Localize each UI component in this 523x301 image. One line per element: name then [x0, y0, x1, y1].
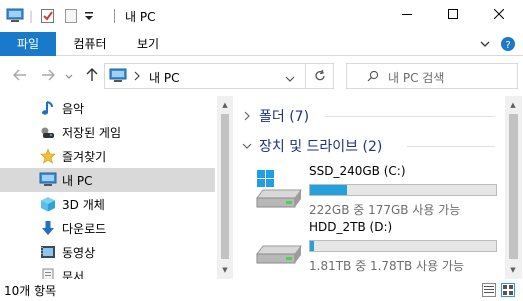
scroll-down-icon[interactable]: ▼	[505, 263, 521, 277]
group-header-folders[interactable]: 폴더 (7)	[240, 104, 309, 128]
status-bar: 10개 항목	[0, 279, 523, 301]
drive-usage-bar	[309, 240, 497, 252]
drive-usage-fill	[310, 241, 314, 251]
drive-name: HDD_2TB (D:)	[309, 220, 393, 234]
refresh-icon[interactable]	[313, 69, 327, 86]
scroll-up-icon[interactable]: ▲	[505, 98, 521, 112]
item-count: 10개 항목	[4, 284, 57, 298]
navigation-pane-scrollbar[interactable]: ▲ ▼	[217, 96, 233, 279]
close-button[interactable]	[476, 0, 522, 30]
group-header-drives[interactable]: 장치 및 드라이브 (2)	[240, 134, 382, 158]
search-box[interactable]: 내 PC 검색	[346, 63, 518, 89]
tiles-view-icon[interactable]	[501, 283, 515, 297]
address-bar[interactable]: 내 PC	[104, 63, 334, 89]
recent-locations-button[interactable]	[62, 66, 76, 86]
favorites-icon	[39, 148, 57, 164]
address-dropdown-icon[interactable]	[285, 72, 295, 86]
nav-item-label: 3D 개체	[62, 198, 105, 212]
close-icon	[493, 8, 505, 22]
nav-item-3d-objects[interactable]: 3D 개체	[0, 192, 215, 216]
nav-item-favorites[interactable]: 즐겨찾기	[0, 144, 215, 168]
properties-icon[interactable]	[40, 7, 56, 25]
navigation-pane: 음악 저장된 게임 즐겨찾기 내 PC 3D 개체 다운로드 동영상 문서	[0, 96, 235, 279]
minimize-button[interactable]	[384, 0, 430, 30]
computer-icon	[39, 172, 57, 188]
explorer-window: | 내 PC 파일 컴퓨터 보기 ? 내 PC 내 PC 검색 음악 저장된 게…	[0, 0, 523, 301]
music-icon	[39, 100, 57, 116]
nav-item-videos[interactable]: 동영상	[0, 240, 215, 264]
scrollbar-thumb[interactable]	[221, 114, 229, 259]
separator-icon: |	[29, 9, 34, 23]
address-divider	[305, 64, 306, 88]
drive-usage-bar	[309, 184, 497, 196]
nav-item-label: 음악	[62, 102, 85, 116]
chevron-down-icon	[240, 139, 254, 153]
saved-games-icon	[39, 124, 57, 140]
maximize-icon	[448, 8, 458, 22]
group-divider	[407, 146, 495, 147]
forward-arrow-icon	[41, 69, 55, 84]
search-placeholder: 내 PC 검색	[388, 71, 445, 85]
drive-item-d[interactable]: HDD_2TB (D:) 1.81TB 중 1.78TB 사용 가능	[255, 220, 500, 279]
scrollbar-thumb[interactable]	[509, 114, 518, 259]
breadcrumb[interactable]: 내 PC	[149, 69, 179, 86]
videos-icon	[39, 244, 57, 260]
scroll-up-icon[interactable]: ▲	[217, 98, 233, 112]
download-icon	[39, 220, 57, 236]
content-pane: 폴더 (7) 장치 및 드라이브 (2) SSD_240GB (C:) 222G…	[235, 96, 505, 279]
title-separator	[114, 9, 115, 23]
tab-view[interactable]: 보기	[126, 32, 170, 56]
group-label: 폴더 (7)	[259, 109, 310, 125]
computer-icon	[109, 68, 127, 87]
drive-usage-fill	[310, 185, 348, 195]
help-icon[interactable]: ?	[500, 36, 516, 55]
minimize-icon	[402, 8, 412, 22]
nav-item-label: 저장된 게임	[62, 126, 122, 140]
documents-icon	[39, 268, 57, 279]
ribbon-tabs: 파일 컴퓨터 보기 ?	[0, 32, 523, 56]
nav-item-label: 동영상	[62, 246, 96, 260]
up-button[interactable]	[82, 66, 102, 86]
computer-icon[interactable]	[6, 7, 24, 25]
nav-item-label: 즐겨찾기	[62, 150, 107, 164]
new-folder-icon[interactable]	[64, 7, 78, 25]
chevron-down-icon	[65, 69, 73, 83]
chevron-right-icon	[240, 109, 254, 123]
hard-drive-icon	[255, 224, 303, 272]
nav-item-label: 문서	[62, 270, 85, 279]
tab-computer[interactable]: 컴퓨터	[62, 32, 118, 56]
nav-item-documents[interactable]: 문서	[0, 264, 215, 279]
maximize-button[interactable]	[430, 0, 476, 30]
nav-item-downloads[interactable]: 다운로드	[0, 216, 215, 240]
up-arrow-icon	[86, 67, 98, 85]
drive-name: SSD_240GB (C:)	[309, 164, 406, 178]
scroll-down-icon[interactable]: ▼	[217, 263, 233, 277]
tab-file[interactable]: 파일	[0, 32, 56, 56]
svg-text:?: ?	[505, 40, 510, 51]
customize-toolbar-icon[interactable]	[84, 7, 94, 25]
title-bar: | 내 PC	[0, 0, 523, 32]
group-divider	[325, 116, 495, 117]
nav-item-label: 다운로드	[62, 222, 107, 236]
search-icon	[367, 70, 379, 85]
group-label: 장치 및 드라이브 (2)	[259, 139, 383, 155]
content-pane-scrollbar[interactable]: ▲ ▼	[505, 96, 522, 279]
breadcrumb-chevron-icon[interactable]	[133, 70, 141, 84]
back-button[interactable]	[10, 66, 30, 86]
forward-button[interactable]	[38, 66, 58, 86]
nav-item-saved-games[interactable]: 저장된 게임	[0, 120, 215, 144]
expand-ribbon-icon[interactable]	[479, 38, 491, 53]
hard-drive-windows-icon	[255, 168, 303, 216]
nav-item-music[interactable]: 음악	[0, 96, 215, 120]
drive-free-space: 1.81TB 중 1.78TB 사용 가능	[309, 259, 465, 273]
nav-item-label: 내 PC	[62, 174, 93, 188]
drive-item-c[interactable]: SSD_240GB (C:) 222GB 중 177GB 사용 가능	[255, 164, 500, 224]
window-title: 내 PC	[125, 10, 156, 24]
back-arrow-icon	[13, 69, 27, 84]
details-view-icon[interactable]	[482, 283, 496, 297]
3d-objects-icon	[39, 196, 57, 212]
drive-free-space: 222GB 중 177GB 사용 가능	[309, 203, 461, 217]
nav-item-this-pc[interactable]: 내 PC	[0, 168, 215, 192]
